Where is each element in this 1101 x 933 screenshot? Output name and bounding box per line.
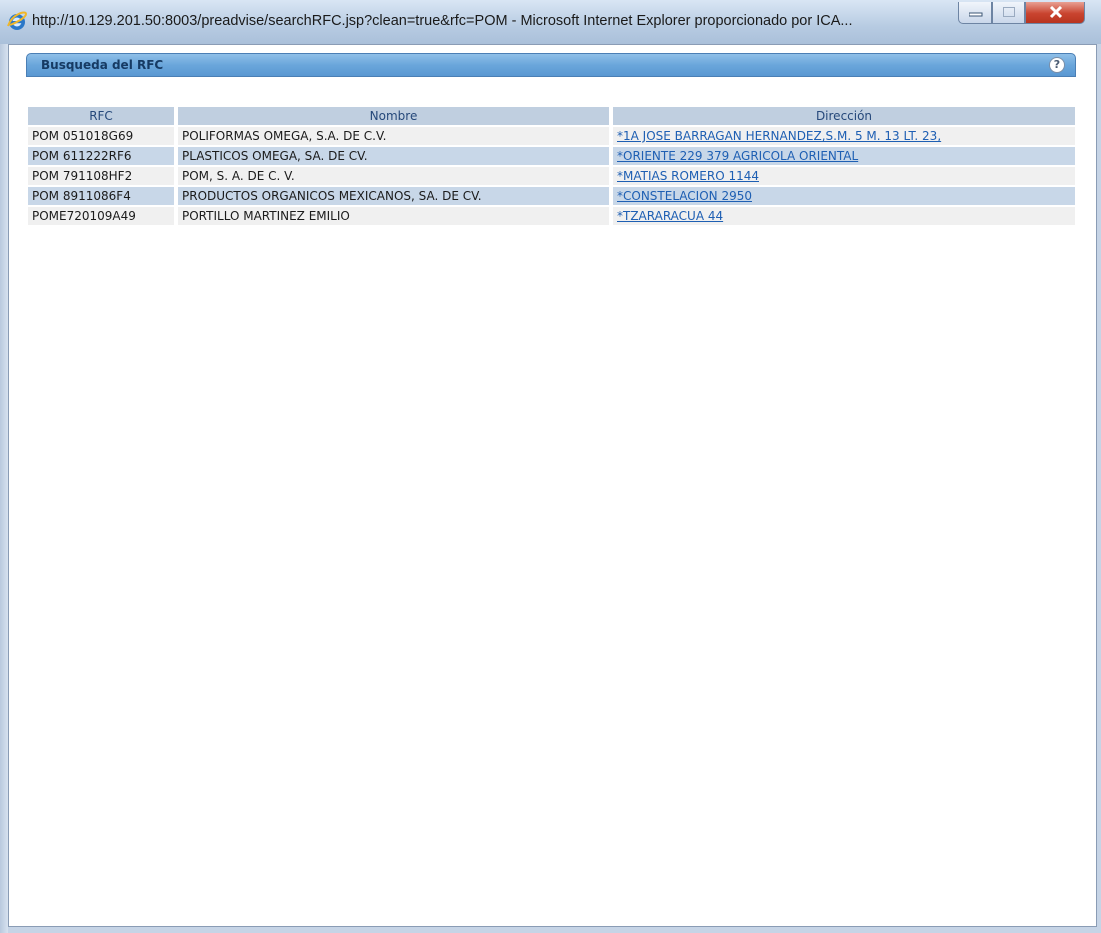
cell-direccion: *TZARARACUA 44 — [613, 207, 1075, 225]
table-row: POM 8911086F4 PRODUCTOS ORGANICOS MEXICA… — [28, 187, 1075, 205]
window-left-border — [0, 44, 8, 933]
column-header-nombre: Nombre — [178, 107, 613, 125]
minimize-button[interactable] — [958, 2, 992, 24]
internet-explorer-icon — [7, 11, 28, 30]
maximize-button[interactable] — [992, 2, 1025, 24]
cell-direccion: *1A JOSE BARRAGAN HERNANDEZ,S.M. 5 M. 13… — [613, 127, 1075, 145]
address-link[interactable]: *CONSTELACION 2950 — [617, 189, 752, 203]
cell-nombre: PLASTICOS OMEGA, SA. DE CV. — [178, 147, 613, 165]
cell-rfc: POM 791108HF2 — [28, 167, 178, 185]
maximize-icon — [1003, 7, 1015, 17]
cell-direccion: *CONSTELACION 2950 — [613, 187, 1075, 205]
column-header-rfc: RFC — [28, 107, 178, 125]
cell-direccion: *MATIAS ROMERO 1144 — [613, 167, 1075, 185]
table-row: POME720109A49 PORTILLO MARTINEZ EMILIO *… — [28, 207, 1075, 225]
address-link[interactable]: *MATIAS ROMERO 1144 — [617, 169, 759, 183]
address-link[interactable]: *1A JOSE BARRAGAN HERNANDEZ,S.M. 5 M. 13… — [617, 129, 941, 143]
cell-rfc: POME720109A49 — [28, 207, 178, 225]
cell-nombre: PORTILLO MARTINEZ EMILIO — [178, 207, 613, 225]
table-header-row: RFC Nombre Dirección — [28, 107, 1075, 125]
cell-nombre: POLIFORMAS OMEGA, S.A. DE C.V. — [178, 127, 613, 145]
cell-rfc: POM 8911086F4 — [28, 187, 178, 205]
cell-rfc: POM 611222RF6 — [28, 147, 178, 165]
table-row: POM 051018G69 POLIFORMAS OMEGA, S.A. DE … — [28, 127, 1075, 145]
title-bar[interactable]: http://10.129.201.50:8003/preadvise/sear… — [0, 0, 1101, 44]
close-icon — [1049, 6, 1063, 19]
window-title: http://10.129.201.50:8003/preadvise/sear… — [32, 13, 853, 29]
cell-direccion: *ORIENTE 229 379 AGRICOLA ORIENTAL — [613, 147, 1075, 165]
close-button[interactable] — [1025, 2, 1085, 24]
cell-nombre: POM, S. A. DE C. V. — [178, 167, 613, 185]
minimize-icon — [969, 12, 983, 17]
panel-header: Busqueda del RFC ? — [26, 53, 1076, 77]
table-row: POM 791108HF2 POM, S. A. DE C. V. *MATIA… — [28, 167, 1075, 185]
cell-rfc: POM 051018G69 — [28, 127, 178, 145]
column-header-direccion: Dirección — [613, 107, 1075, 125]
panel-title: Busqueda del RFC — [41, 58, 164, 72]
table-row: POM 611222RF6 PLASTICOS OMEGA, SA. DE CV… — [28, 147, 1075, 165]
cell-nombre: PRODUCTOS ORGANICOS MEXICANOS, SA. DE CV… — [178, 187, 613, 205]
browser-window: http://10.129.201.50:8003/preadvise/sear… — [0, 0, 1101, 933]
help-icon[interactable]: ? — [1049, 57, 1065, 73]
results-table: RFC Nombre Dirección POM 051018G69 POLIF… — [28, 105, 1075, 227]
address-link[interactable]: *TZARARACUA 44 — [617, 209, 723, 223]
address-link[interactable]: *ORIENTE 229 379 AGRICOLA ORIENTAL — [617, 149, 858, 163]
